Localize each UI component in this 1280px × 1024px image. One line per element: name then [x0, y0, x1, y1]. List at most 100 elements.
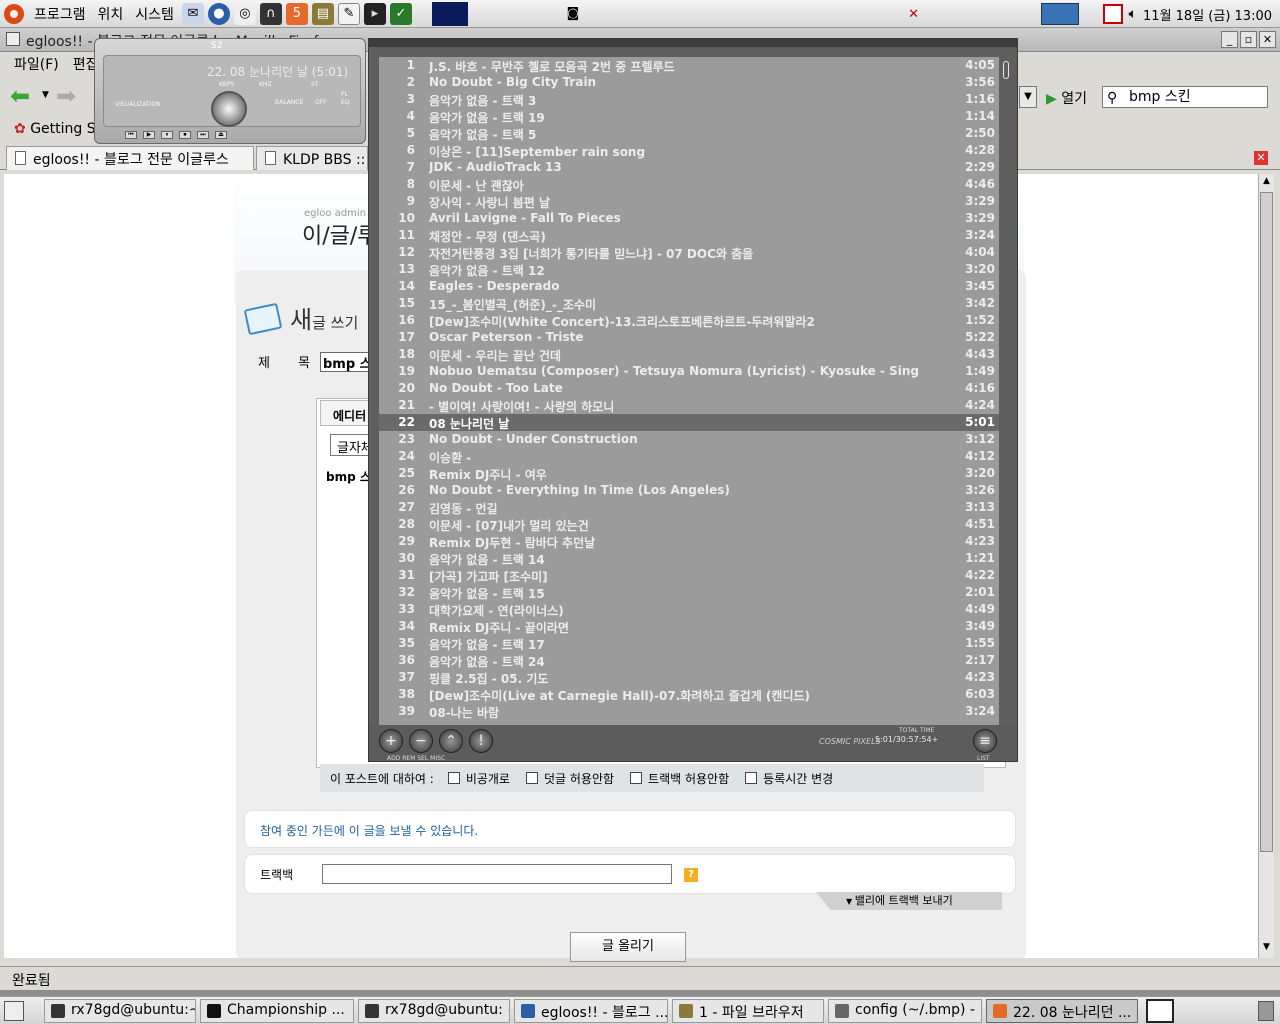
playlist-row[interactable]: 30 음악가 없음 - 트랙 14 1:21 [379, 550, 999, 567]
equalizer-toggle[interactable]: EQ [341, 99, 350, 106]
add-icon[interactable]: + [379, 729, 403, 753]
garden-text[interactable]: 참여 중인 가든에 이 글을 보낼 수 있습니다. [260, 822, 478, 839]
playlist-row[interactable]: 7 JDK - AudioTrack 13 2:29 [379, 159, 999, 176]
playlist-row[interactable]: 16 [Dew]조수미(White Concert)-13.크리스토프베른하르트-… [379, 312, 999, 329]
html5-launcher-icon[interactable]: 5 [285, 2, 308, 25]
workspace-pager[interactable] [1146, 999, 1174, 1023]
playlist-titlebar[interactable] [369, 39, 1017, 47]
camera-icon[interactable]: ◙ [562, 3, 584, 25]
playlist-row[interactable]: 28 이문세 - [07]내가 멀리 있는건 4:51 [379, 516, 999, 533]
playlist-row[interactable]: 2 No Doubt - Big City Train 3:56 [379, 74, 999, 91]
playlist-scroll-thumb[interactable] [1003, 61, 1009, 79]
playlist-row[interactable]: 14 Eagles - Desperado 3:45 [379, 278, 999, 295]
taskbar-button[interactable]: Championship ... [200, 999, 354, 1023]
playlist-row[interactable]: 21 - 별이여! 사랑이여! - 사랑의 하모니 4:24 [379, 397, 999, 414]
window-menu-icon[interactable] [6, 32, 20, 46]
playlist-row[interactable]: 10 Avril Lavigne - Fall To Pieces 3:29 [379, 210, 999, 227]
off-label[interactable]: OFF [315, 99, 327, 106]
playlist-row[interactable]: 39 08-나는 바람 3:24 [379, 703, 999, 720]
playlist-row[interactable]: 29 Remix DJ두현 - 람바다 추던날 4:23 [379, 533, 999, 550]
list-menu-icon[interactable]: ≡ [973, 729, 997, 753]
playlist-row[interactable]: 15 15_-_봄인별곡_(허준)_-_조수미 3:42 [379, 295, 999, 312]
playlist-row[interactable]: 27 김영동 - 먼길 3:13 [379, 499, 999, 516]
playlist-row[interactable]: 38 [Dew]조수미(Live at Carnegie Hall)-07.화려하… [379, 686, 999, 703]
help-icon[interactable]: ? [684, 868, 698, 882]
play-knob[interactable] [211, 91, 247, 127]
option-no-trackback[interactable]: 트랙백 허용안함 [630, 770, 729, 787]
playlist-row[interactable]: 1 J.S. 바흐 - 무반주 첼로 모음곡 2번 중 프렐루드 4:05 [379, 57, 999, 74]
browser-launcher-icon[interactable]: ● [207, 2, 230, 25]
playlist-row[interactable]: 25 Remix DJ주니 - 여우 3:20 [379, 465, 999, 482]
playlist-toggle[interactable]: PL [341, 91, 348, 98]
trackback-input[interactable] [322, 864, 672, 884]
option-change-time[interactable]: 등록시간 변경 [745, 770, 833, 787]
checkbox[interactable] [447, 772, 460, 784]
next-icon[interactable]: ⏭ [197, 131, 209, 139]
bmp-playlist-window[interactable]: 1 J.S. 바흐 - 무반주 첼로 모음곡 2번 중 프렐루드 4:05 2 No D… [368, 38, 1018, 762]
editor-launcher-icon[interactable]: ✎ [337, 2, 360, 25]
network-launcher-icon[interactable]: ◎ [233, 2, 256, 25]
volume-icon[interactable]: 🔈︎ [1129, 6, 1137, 22]
playlist-row[interactable]: 34 Remix DJ주니 - 끝이라면 3:49 [379, 618, 999, 635]
playlist-row[interactable]: 17 Oscar Peterson - Triste 5:22 [379, 329, 999, 346]
mail-launcher-icon[interactable]: ✉ [181, 2, 204, 25]
playlist-row[interactable]: 33 대학가요제 - 연(라이너스) 4:49 [379, 601, 999, 618]
playlist-row[interactable]: 36 음악가 없음 - 트랙 24 2:17 [379, 652, 999, 669]
remove-icon[interactable]: − [409, 729, 433, 753]
playlist-row[interactable]: 19 Nobuo Uematsu (Composer) - Tetsuya Nom… [379, 363, 999, 380]
option-no-comments[interactable]: 덧글 허용안함 [525, 770, 614, 787]
terminal-launcher-icon[interactable]: ▸ [363, 2, 386, 25]
playlist-row[interactable]: 12 자전거탄풍경 3집 [너희가 통기타를 믿느냐] - 07 DOC와 춤을 4… [379, 244, 999, 261]
tab-egloos[interactable]: egloos!! - 블로그 전문 이글루스 [6, 146, 254, 170]
eject-icon[interactable]: ⏏ [215, 131, 227, 139]
playlist-row[interactable]: 32 음악가 없음 - 트랙 15 2:01 [379, 584, 999, 601]
pause-icon[interactable]: ⏸ [161, 131, 173, 139]
option-private[interactable]: 비공개로 [447, 770, 510, 787]
back-dropdown-icon[interactable]: ▼ [42, 90, 49, 100]
headphones-launcher-icon[interactable]: ∩ [259, 2, 282, 25]
taskbar-button[interactable]: config (~/.bmp) - ... [828, 999, 982, 1023]
select-icon[interactable]: ⌃ [439, 729, 463, 753]
playlist-row[interactable]: 6 이상은 - [11]September rain song 4:28 [379, 142, 999, 159]
go-button[interactable]: ▶ 열기 [1046, 88, 1087, 108]
taskbar-button[interactable]: 22. 08 눈나리던 ... [986, 999, 1138, 1023]
search-input[interactable]: ⚲ bmp 스킨 [1102, 86, 1268, 108]
playlist-row[interactable]: 4 음악가 없음 - 트랙 19 1:14 [379, 108, 999, 125]
taskbar-button[interactable]: rx78gd@ubuntu: ~ [358, 999, 510, 1023]
close-tab-icon[interactable]: ✕ [1254, 151, 1268, 165]
send-trackback-button[interactable]: ▼ 밸리에 트랙백 보내기 [816, 892, 1002, 910]
playlist-row[interactable]: 8 이문세 - 난 괜찮아 4:46 [379, 176, 999, 193]
playlist-row[interactable]: 11 채정안 - 무정 (댄스곡) 3:24 [379, 227, 999, 244]
taskbar-button[interactable]: rx78gd@ubuntu:~ [44, 999, 196, 1023]
checkbox[interactable] [630, 772, 643, 784]
taskbar-button[interactable]: 1 - 파일 브라우저 [672, 999, 824, 1023]
playlist-row[interactable]: 31 [가곡] 가고파 [조수미] 4:22 [379, 567, 999, 584]
stop-icon[interactable] [1102, 4, 1123, 24]
stop-icon[interactable]: ⏹ [179, 131, 191, 139]
playlist-row[interactable]: 9 장사익 - 사랑니 봄편 날 3:29 [379, 193, 999, 210]
page-scrollbar[interactable]: ▲ ▼ [1258, 174, 1274, 958]
play-icon[interactable]: ▶ [143, 131, 155, 139]
menu-applications[interactable]: 프로그램 [28, 4, 92, 24]
brand-logo[interactable]: 이/글/루 [302, 218, 378, 250]
close-button[interactable]: ✕ [1259, 31, 1276, 48]
submit-button[interactable]: 글 올리기 [570, 932, 686, 962]
menu-places[interactable]: 위치 [92, 4, 130, 24]
playlist-row[interactable]: 22 08 눈나리던 날 5:01 [379, 414, 999, 431]
misc-icon[interactable]: ! [469, 729, 493, 753]
scroll-thumb[interactable] [1260, 192, 1273, 852]
minimize-button[interactable]: _ [1221, 31, 1238, 48]
previous-icon[interactable]: ⏮ [125, 131, 137, 139]
playlist-scrollbar[interactable] [1003, 61, 1009, 729]
show-desktop-icon[interactable] [4, 1001, 24, 1021]
playlist-row[interactable]: 23 No Doubt - Under Construction 3:12 [379, 431, 999, 448]
playlist[interactable]: 1 J.S. 바흐 - 무반주 첼로 모음곡 2번 중 프렐루드 4:05 2 No D… [379, 57, 999, 725]
workspace-pager[interactable] [1040, 3, 1079, 25]
playlist-row[interactable]: 37 핑클 2.5집 - 05. 기도 4:23 [379, 669, 999, 686]
bmp-main-window[interactable]: S2 22. 08 눈나리던 날 (5:01) KBPS KHZ VISUALI… [94, 38, 366, 144]
url-dropdown-button[interactable]: ▼ [1019, 86, 1037, 108]
trash-icon[interactable] [1258, 1001, 1274, 1021]
workspace-switcher-icon[interactable] [431, 1, 468, 26]
menu-file[interactable]: 파일(F) [14, 54, 59, 74]
ubuntu-logo-icon[interactable] [4, 3, 24, 24]
